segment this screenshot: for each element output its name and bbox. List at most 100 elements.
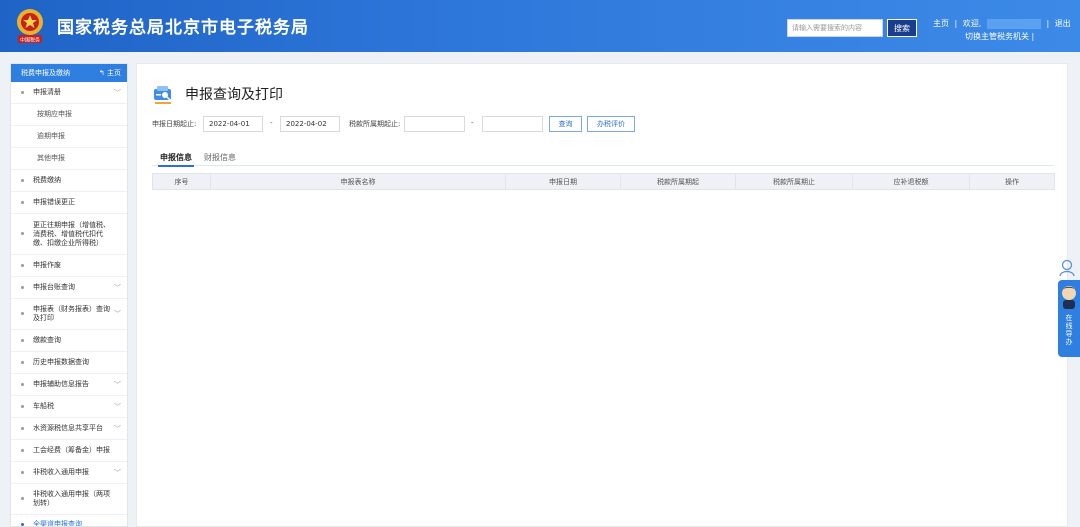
online-guide-label[interactable]: 在 线 导 办 — [1058, 314, 1080, 346]
guide-char[interactable]: 在 — [1058, 314, 1080, 322]
col-header-period-end: 税款所属期止 — [735, 173, 853, 190]
tab-financial-report-info[interactable]: 财报信息 — [204, 152, 236, 163]
period-from-input[interactable] — [404, 116, 465, 132]
sidebar-item[interactable]: 其他申报 — [11, 148, 127, 170]
sidebar-header: 税费申报及缴纳 ↰ 主页 — [11, 64, 127, 82]
search-button[interactable]: 搜索 — [887, 19, 917, 37]
sidebar-item-label[interactable]: 申报台账查询 — [33, 283, 91, 292]
sidebar-item-label[interactable]: 水资源税信息共享平台 — [33, 424, 119, 433]
sidebar-item[interactable]: 水资源税信息共享平台 ﹀ — [11, 418, 127, 440]
col-header-form-name: 申报表名称 — [210, 173, 506, 190]
sidebar-item[interactable]: 非税收入通用申报（两项划转） — [11, 484, 127, 515]
sidebar-item[interactable]: 申报作废 — [11, 255, 127, 277]
home-link[interactable]: 主页 — [933, 19, 949, 28]
sidebar-item[interactable]: 缴款查询 — [11, 330, 127, 352]
sidebar-item-label[interactable]: 申报表（财务报表）查询及打印 — [33, 305, 127, 323]
tab-declaration-info[interactable]: 申报信息 — [160, 152, 192, 163]
search-input[interactable]: 请输入需要搜索的内容 — [787, 19, 883, 37]
chevron-down-icon[interactable]: ﹀ — [114, 402, 121, 412]
chevron-down-icon[interactable]: ﹀ — [114, 88, 121, 98]
online-guide-tab[interactable]: 在 线 导 办 — [1058, 280, 1080, 357]
table-header-row: 序号 申报表名称 申报日期 税款所属期起 税款所属期止 应补退税额 操作 — [152, 173, 1055, 190]
col-header-declaration-date: 申报日期 — [505, 173, 621, 190]
sidebar-item-label[interactable]: 申报清册 — [33, 88, 77, 97]
sidebar-item[interactable]: 非税收入通用申报 ﹀ — [11, 462, 127, 484]
emblem-text: 中国税务 — [20, 37, 40, 44]
separator: | — [1031, 32, 1035, 41]
date-from-input[interactable]: 2022-04-01 — [203, 116, 263, 132]
sidebar-item[interactable]: 工会经费（筹备金）申报 — [11, 440, 127, 462]
period-to-input[interactable] — [482, 116, 543, 132]
sidebar-item-label[interactable]: 更正往期申报（增值税、消费税、增值税代扣代缴、扣缴企业所得税） — [33, 221, 127, 248]
col-header-actions: 操作 — [969, 173, 1055, 190]
chevron-down-icon[interactable]: ﹀ — [114, 468, 121, 478]
sidebar-item[interactable]: 车船税 ﹀ — [11, 396, 127, 418]
sidebar-title: 税费申报及缴纳 — [21, 69, 70, 77]
sidebar-item-label[interactable]: 非税收入通用申报（两项划转） — [33, 490, 127, 508]
search-document-icon — [154, 86, 171, 104]
sidebar-item[interactable]: 申报台账查询 ﹀ — [11, 277, 127, 299]
sidebar-item-label[interactable]: 按期应申报 — [37, 110, 88, 119]
sidebar-item[interactable]: 申报辅助信息报告 ﹀ — [11, 374, 127, 396]
guide-char[interactable]: 办 — [1058, 338, 1080, 346]
chevron-down-icon[interactable]: ﹀ — [114, 380, 121, 390]
bullet-dot-icon — [21, 285, 24, 289]
sidebar-item-label[interactable]: 车船税 — [33, 402, 70, 411]
bullet-dot-icon — [21, 360, 24, 364]
sidebar-item[interactable]: 申报清册 ﹀ — [11, 82, 127, 104]
bullet-dot-icon — [21, 426, 24, 430]
main-panel: 申报查询及打印 申报日期起止: 2022-04-01 - 2022-04-02 … — [136, 63, 1068, 527]
tab-bar: 申报信息 财报信息 — [152, 150, 1054, 167]
sidebar-item-label[interactable]: 历史申报数据查询 — [33, 358, 105, 367]
sidebar-home-link[interactable]: ↰ 主页 — [99, 64, 121, 82]
sidebar-item-label[interactable]: 全渠道申报查询 — [33, 520, 98, 526]
sidebar-home-label[interactable]: 主页 — [107, 69, 121, 77]
bullet-dot-icon — [21, 470, 24, 474]
date-to-input[interactable]: 2022-04-02 — [280, 116, 340, 132]
sidebar-item[interactable]: 逾期申报 — [11, 126, 127, 148]
sidebar-item[interactable]: 更正往期申报（增值税、消费税、增值税代扣代缴、扣缴企业所得税） — [11, 214, 127, 255]
sidebar-item[interactable]: 申报错误更正 — [11, 192, 127, 214]
sidebar-item-label[interactable]: 逾期申报 — [37, 132, 81, 141]
tax-emblem-icon: 中国税务 — [17, 9, 43, 44]
sidebar-item[interactable]: 全渠道申报查询 — [11, 515, 127, 526]
sidebar-item-label[interactable]: 非税收入通用申报 — [33, 468, 105, 477]
guide-char[interactable]: 导 — [1058, 330, 1080, 338]
bullet-dot-icon — [21, 522, 24, 526]
sidebar-item-label[interactable]: 申报辅助信息报告 — [33, 380, 105, 389]
separator: | — [954, 19, 958, 28]
top-header: 中国税务 国家税务总局北京市电子税务局 请输入需要搜索的内容 搜索 主页 | 欢… — [0, 0, 1080, 52]
chevron-down-icon[interactable]: ﹀ — [114, 309, 121, 319]
guide-char[interactable]: 线 — [1058, 322, 1080, 330]
col-header-index: 序号 — [152, 173, 211, 190]
chevron-down-icon[interactable]: ﹀ — [114, 283, 121, 293]
evaluate-button[interactable]: 办税评价 — [587, 116, 635, 132]
sidebar-item[interactable]: 按期应申报 — [11, 104, 127, 126]
sidebar-item-label[interactable]: 税费缴纳 — [33, 176, 77, 185]
bullet-dot-icon — [21, 178, 24, 182]
query-button[interactable]: 查询 — [549, 116, 582, 132]
bullet-dot-icon — [21, 263, 24, 267]
sidebar-item-label[interactable]: 申报作废 — [33, 261, 77, 270]
bullet-dot-icon — [21, 404, 24, 408]
site-title: 国家税务总局北京市电子税务局 — [57, 18, 309, 38]
sidebar-item-label[interactable]: 申报错误更正 — [33, 198, 91, 207]
switch-org-link[interactable]: 切换主管税务机关 | — [965, 31, 1034, 42]
switch-org-label[interactable]: 切换主管税务机关 — [965, 32, 1029, 41]
bullet-dot-icon — [21, 497, 24, 500]
results-table: 序号 申报表名称 申报日期 税款所属期起 税款所属期止 应补退税额 操作 — [152, 173, 1055, 190]
welcome-text: 欢迎, — [962, 19, 982, 28]
sidebar-item[interactable]: 税费缴纳 — [11, 170, 127, 192]
sidebar-item[interactable]: 历史申报数据查询 — [11, 352, 127, 374]
sidebar-item-label[interactable]: 缴款查询 — [33, 336, 77, 345]
sidebar-item[interactable]: 申报表（财务报表）查询及打印 ﹀ — [11, 299, 127, 330]
customer-service-icon[interactable] — [1058, 258, 1078, 278]
logout-link[interactable]: 退出 — [1055, 19, 1071, 28]
chevron-down-icon[interactable]: ﹀ — [114, 424, 121, 434]
sidebar-item-label[interactable]: 工会经费（筹备金）申报 — [33, 446, 126, 455]
header-links: 主页 | 欢迎, | 退出 — [933, 18, 1074, 29]
sidebar-item-label[interactable]: 其他申报 — [37, 154, 81, 163]
period-separator: - — [471, 119, 474, 127]
username-redacted — [986, 18, 1041, 29]
sidebar-menu: 申报清册 ﹀ 按期应申报逾期申报其他申报税费缴纳申报错误更正更正往期申报（增值税、消… — [11, 82, 127, 526]
